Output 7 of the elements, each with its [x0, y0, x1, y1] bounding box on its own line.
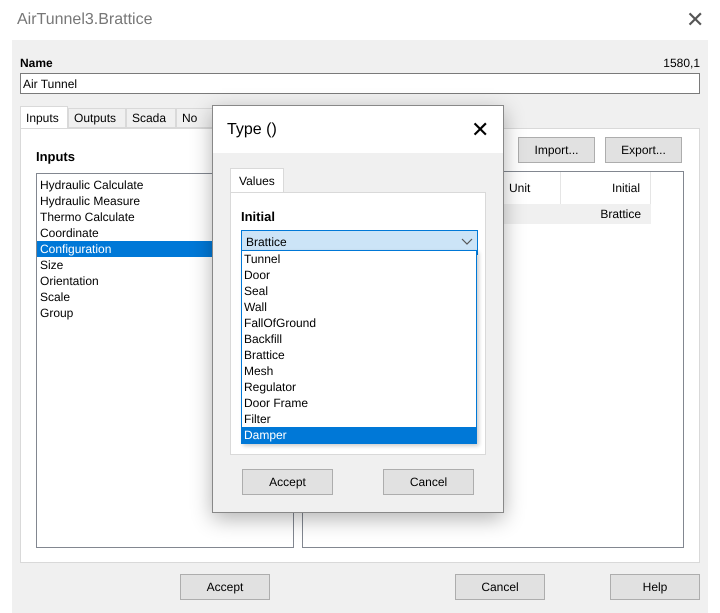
table-cell-text: Brattice: [599, 206, 642, 223]
field-label: Initial: [241, 208, 276, 226]
id-label: 1580,1: [663, 55, 700, 72]
section-label: Inputs: [36, 148, 76, 166]
window-title: AirTunnel3.Brattice: [17, 10, 152, 30]
field-label: Name: [20, 55, 53, 72]
dialog-title: Type (): [227, 120, 277, 140]
